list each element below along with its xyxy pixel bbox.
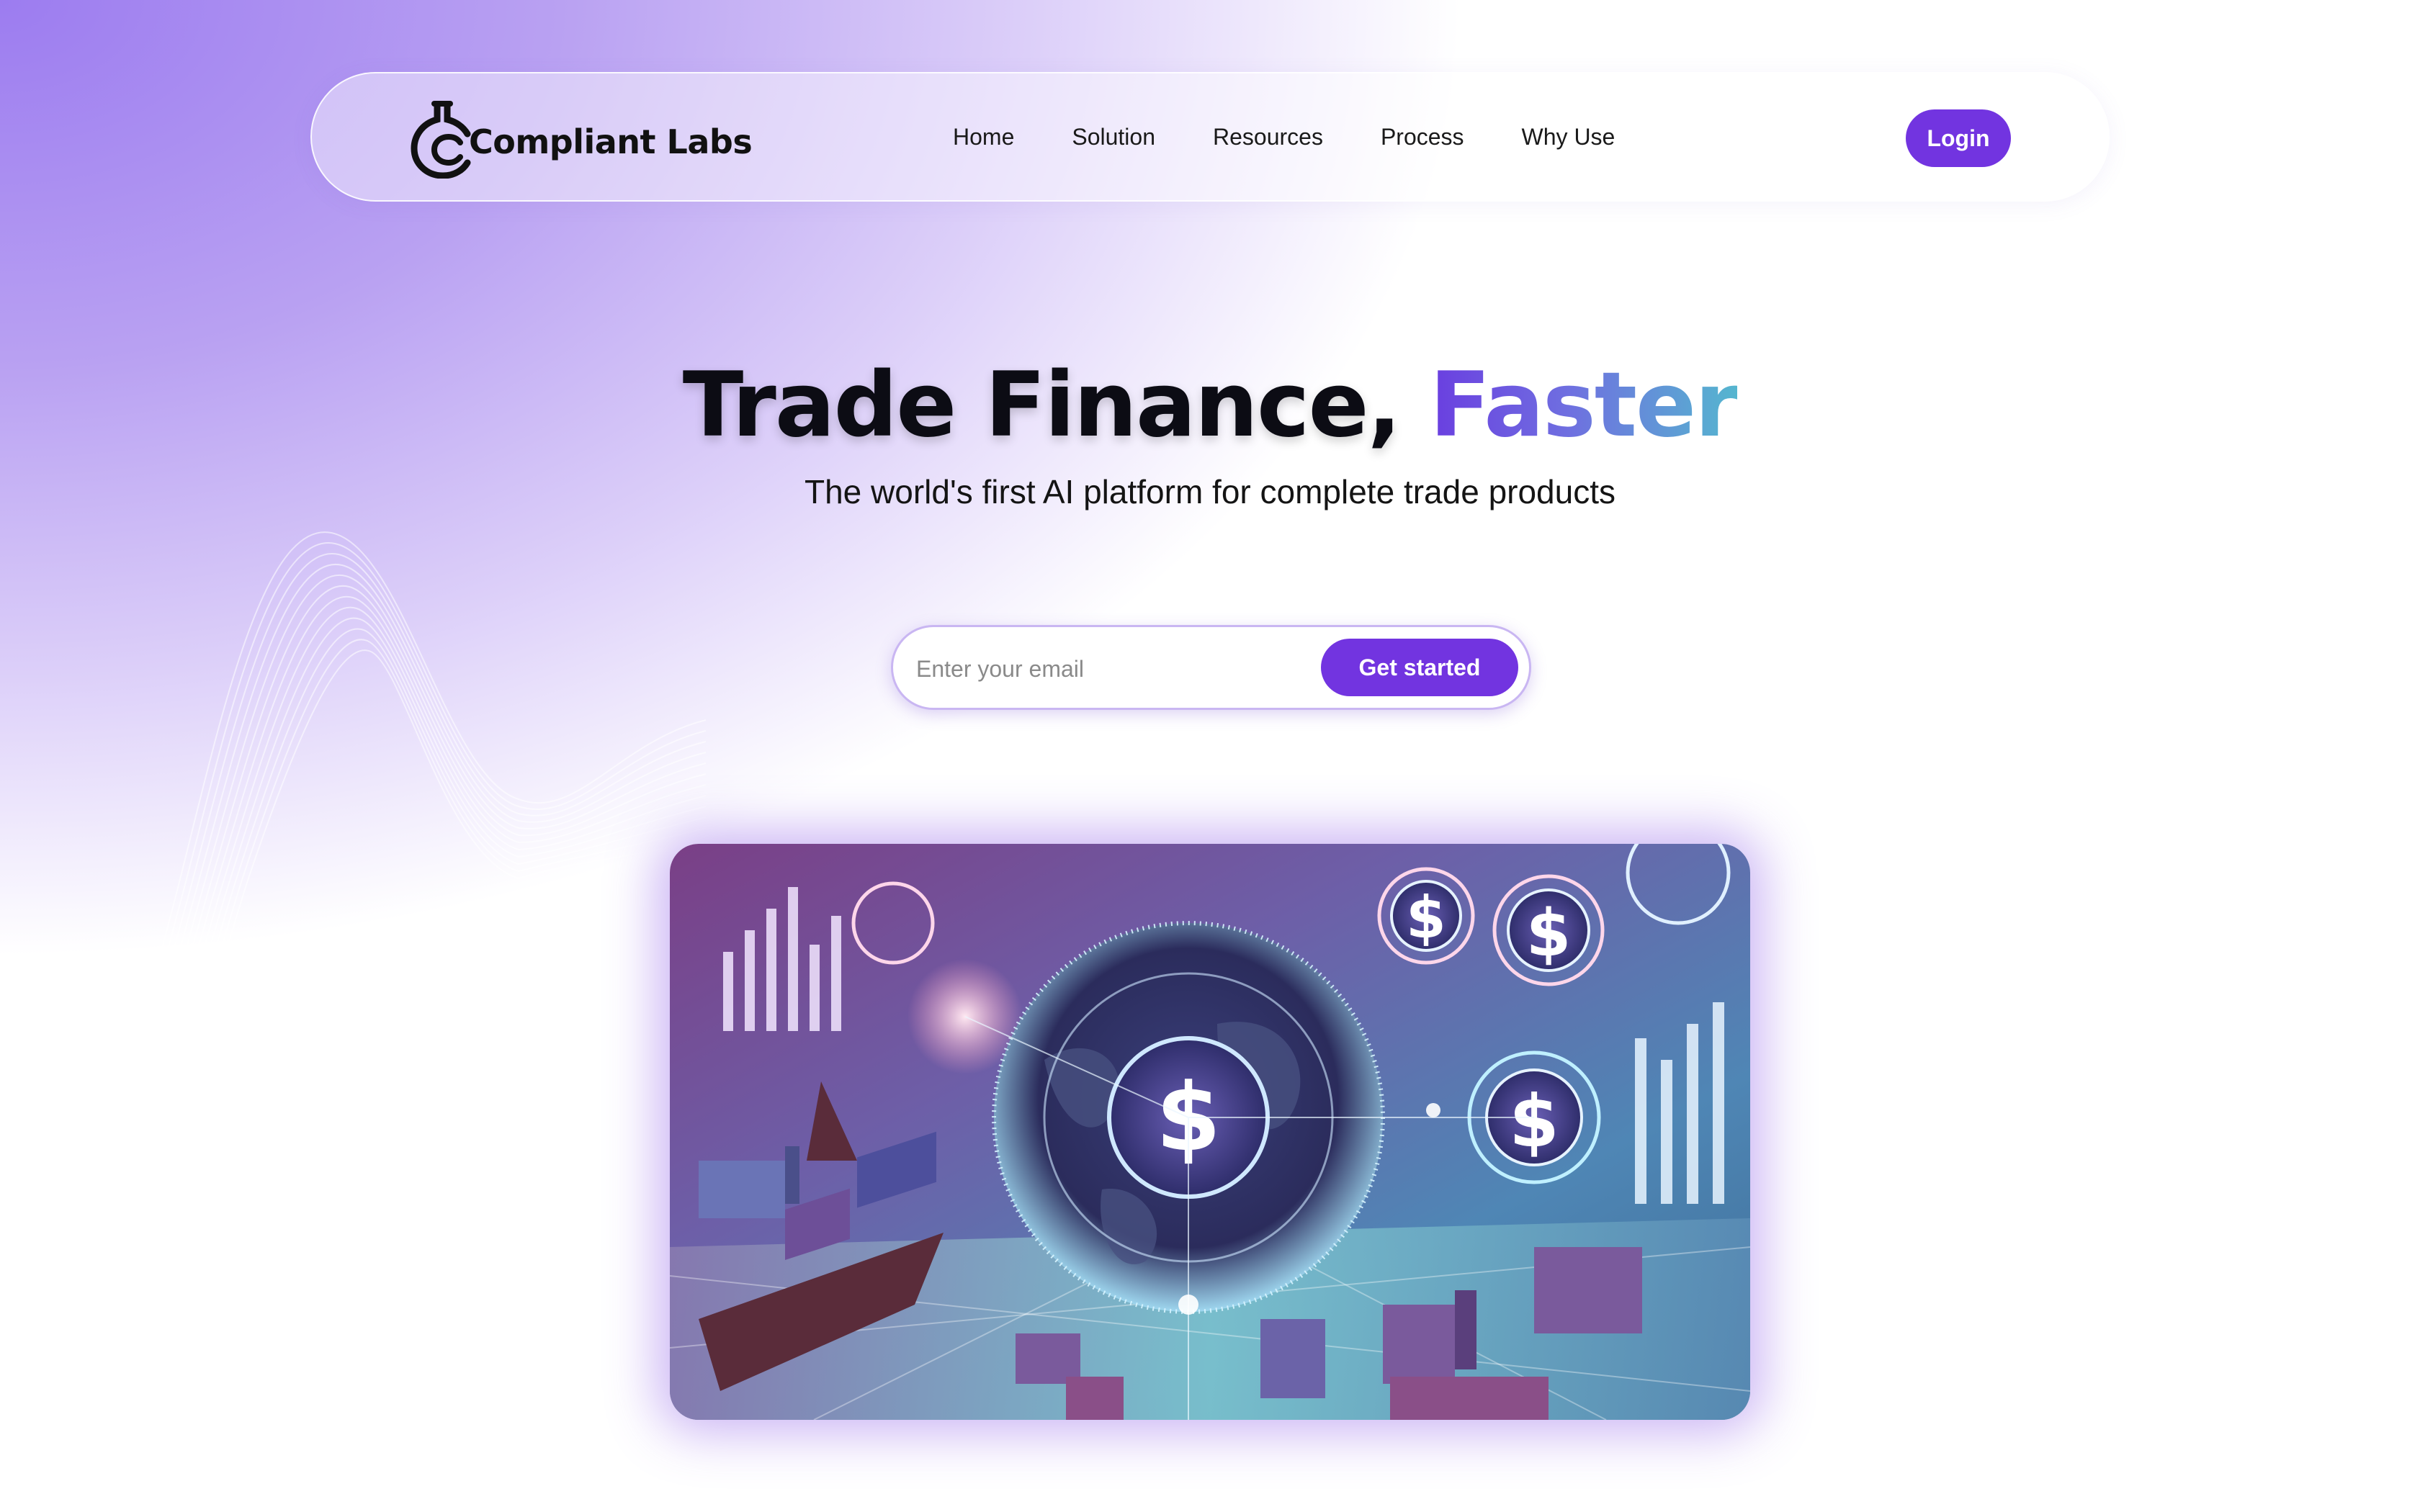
hero-title: Trade Finance, Faster	[0, 351, 2420, 459]
svg-text:$: $	[1526, 896, 1572, 971]
hero-title-main: Trade Finance,	[682, 354, 1430, 457]
brand-name: Compliant Labs	[469, 122, 753, 161]
svg-text:$: $	[1406, 884, 1446, 951]
nav-link-resources[interactable]: Resources	[1213, 124, 1323, 150]
svg-text:$: $	[1509, 1079, 1559, 1164]
hero-subtitle: The world's first AI platform for comple…	[804, 473, 1615, 510]
top-nav: Compliant Labs Home Solution Resources P…	[310, 72, 2110, 202]
nav-link-solution[interactable]: Solution	[1072, 124, 1155, 150]
nav-link-home[interactable]: Home	[953, 124, 1014, 150]
email-signup-form: Get started	[891, 625, 1531, 710]
nav-link-why-use[interactable]: Why Use	[1522, 124, 1615, 150]
hero-title-accent: Faster	[1429, 354, 1739, 457]
nav-links: Home Solution Resources Process Why Use	[953, 73, 1672, 200]
nav-link-process[interactable]: Process	[1381, 124, 1464, 150]
brand-logo[interactable]: Compliant Labs	[410, 99, 753, 179]
email-input[interactable]	[915, 647, 1292, 690]
trade-finance-illustration: $ $ $ $	[670, 844, 1750, 1420]
login-button[interactable]: Login	[1906, 109, 2011, 167]
hero-illustration: $ $ $ $	[670, 844, 1750, 1420]
get-started-button[interactable]: Get started	[1321, 639, 1518, 696]
